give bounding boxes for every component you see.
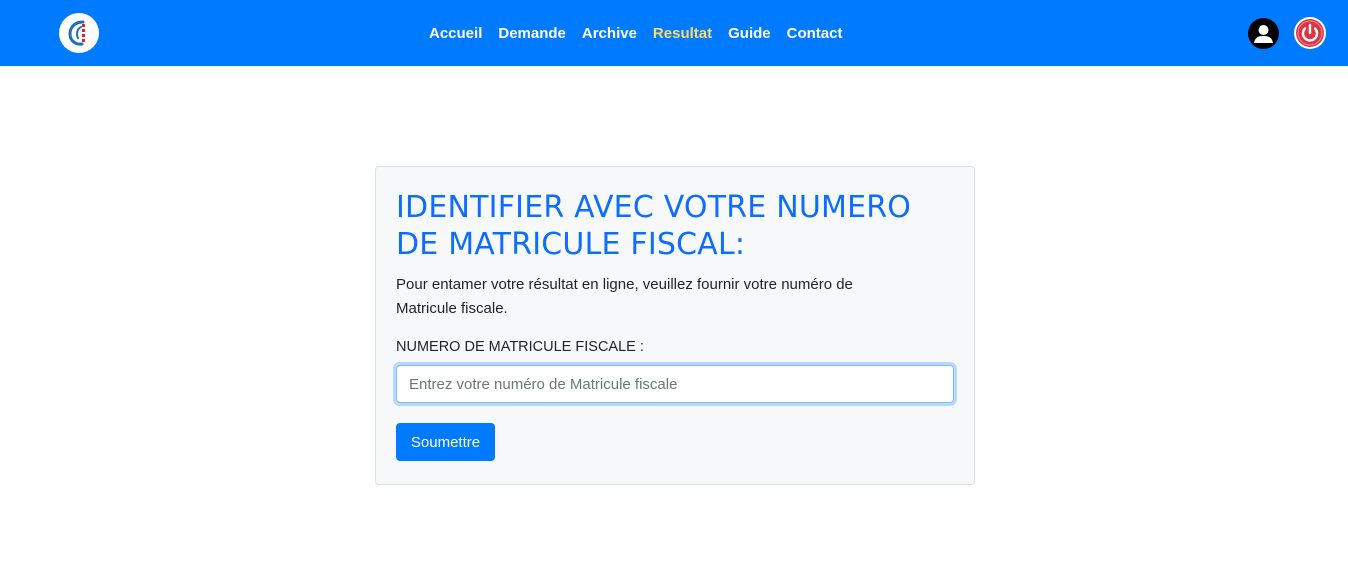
nav-link-accueil[interactable]: Accueil bbox=[429, 25, 482, 42]
nav-link-archive[interactable]: Archive bbox=[582, 25, 637, 42]
top-navbar: Accueil Demande Archive Resultat Guide C… bbox=[0, 0, 1348, 66]
user-profile-icon[interactable] bbox=[1248, 18, 1279, 49]
matricule-input[interactable] bbox=[396, 365, 954, 403]
company-logo-icon[interactable] bbox=[59, 13, 99, 53]
nav-link-guide[interactable]: Guide bbox=[728, 25, 771, 42]
nav-link-demande[interactable]: Demande bbox=[498, 25, 566, 42]
form-title: IDENTIFIER AVEC VOTRE NUMERO DE MATRICUL… bbox=[396, 190, 912, 262]
submit-button[interactable]: Soumettre bbox=[396, 423, 495, 461]
nav-links: Accueil Demande Archive Resultat Guide C… bbox=[429, 0, 842, 66]
matricule-field-label: NUMERO DE MATRICULE FISCALE : bbox=[396, 339, 644, 355]
form-description: Pour entamer votre résultat en ligne, ve… bbox=[396, 276, 853, 317]
nav-link-contact[interactable]: Contact bbox=[787, 25, 843, 42]
power-icon[interactable] bbox=[1294, 17, 1326, 49]
matricule-form-card: IDENTIFIER AVEC VOTRE NUMERO DE MATRICUL… bbox=[375, 166, 975, 485]
nav-link-resultat[interactable]: Resultat bbox=[653, 25, 712, 42]
